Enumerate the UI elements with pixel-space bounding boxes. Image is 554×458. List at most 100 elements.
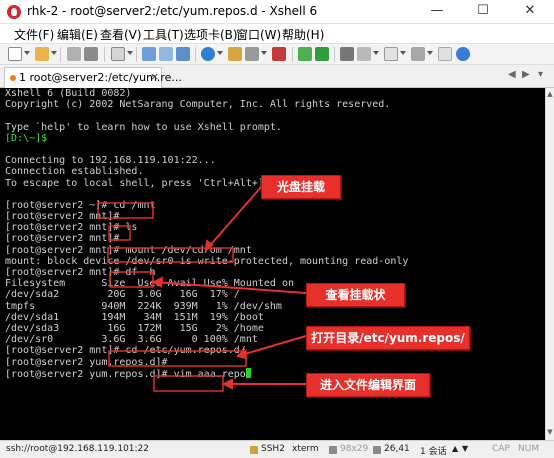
new-session-icon[interactable]: [8, 47, 22, 61]
terminal-line-text: Xshell 6 (Build 0082): [5, 88, 132, 99]
terminal-line-text: [root@server2 ~]# cd /mnt: [5, 199, 156, 211]
tile-icon[interactable]: [384, 47, 398, 61]
fullscreen-icon[interactable]: [438, 47, 452, 61]
terminal-area[interactable]: Xshell 6 (Build 0082) Copyright (c) 2002 …: [0, 88, 545, 440]
tab-list-icon[interactable]: ▾: [538, 69, 543, 80]
find-icon[interactable]: [176, 47, 190, 61]
terminal-size-icon: [329, 446, 337, 454]
menu-view[interactable]: 查看(V): [100, 26, 142, 43]
open-folder-icon[interactable]: [35, 47, 49, 61]
callout-open-dir: 打开目录/etc/yum.repos/: [306, 326, 470, 350]
terminal-line-text: Connection established.: [5, 166, 144, 178]
terminal-line-text: [root@server2 mnt]# mount /dev/cdrom /mn…: [5, 244, 252, 256]
terminal-line: [root@server2 mnt]# mount /dev/cdrom /mn…: [5, 245, 408, 256]
scroll-up-icon[interactable]: ▲: [546, 90, 554, 98]
terminal-line: Connection established.: [5, 166, 408, 177]
terminal-line-text: /dev/sda2 20G 3.0G 16G 17% /: [5, 289, 240, 301]
maximize-button[interactable]: ☐: [460, 0, 506, 24]
help-icon[interactable]: [456, 47, 470, 61]
terminal-line: mount: block device /dev/sr0 is write-pr…: [5, 256, 408, 267]
status-bar: ssh://root@192.168.119.101:22 SSH2 xterm…: [0, 440, 554, 458]
terminal-line-text: tmpfs 940M 224K 939M 1% /dev/shm: [5, 300, 282, 312]
window-title: rhk-2 - root@server2:/etc/yum.repos.d - …: [27, 4, 318, 18]
close-button[interactable]: ✕: [506, 0, 554, 24]
menu-tabs[interactable]: 选项卡(B): [184, 26, 238, 43]
status-caps: CAP: [492, 444, 510, 454]
tab-close-icon[interactable]: ×: [150, 70, 159, 83]
key-icon[interactable]: [228, 47, 242, 61]
status-sessions: 1 会话: [420, 447, 447, 457]
cursor-position-icon: [373, 446, 381, 454]
toolbar: [0, 43, 554, 65]
terminal-line-text: Filesystem Size Used Avail Use% Mounted …: [5, 278, 294, 290]
tab-session[interactable]: 1 root@server2:/etc/yum.re... ×: [4, 67, 182, 88]
terminal-line-text: [root@server2 mnt]# df -h: [5, 267, 156, 278]
menu-window[interactable]: 窗口(W): [236, 26, 281, 43]
tab-prev-icon[interactable]: ◀: [508, 69, 516, 80]
paste-icon[interactable]: [159, 47, 173, 61]
menu-help[interactable]: 帮助(H): [282, 26, 324, 43]
session-up-icon[interactable]: ▲: [452, 444, 458, 453]
script-icon[interactable]: [340, 47, 354, 61]
tab-next-icon[interactable]: ▶: [522, 69, 530, 80]
terminal-line-text: [root@server2 mnt]# cd /etc/yum.repos.d/: [5, 345, 246, 357]
terminal-line: [root@server2 ~]# cd /mnt: [5, 200, 408, 211]
terminal-line-text: [root@server2 mnt]#: [5, 233, 120, 245]
scroll-down-icon[interactable]: ▼: [546, 428, 554, 436]
terminal-line-text: mount: block device /dev/sr0 is write-pr…: [5, 255, 409, 267]
menu-file[interactable]: 文件(F): [14, 26, 54, 43]
tab-strip: 1 root@server2:/etc/yum.re... × ◀ ▶ ▾: [0, 65, 554, 88]
terminal-line: [root@server2 mnt]# ls: [5, 222, 408, 233]
terminal-line-text: [root@server2 mnt]#: [5, 211, 120, 223]
status-num: NUM: [518, 444, 540, 454]
terminal-line: [root@server2 mnt]#: [5, 233, 408, 244]
terminal-line: [D:\~]$: [5, 133, 408, 144]
globe-icon[interactable]: [201, 47, 215, 61]
callout-mount-cd: 光盘挂载: [261, 175, 341, 199]
terminal-line: [root@server2 mnt]#: [5, 211, 408, 222]
keyboard-icon[interactable]: [272, 47, 286, 61]
callout-edit-file: 进入文件编辑界面: [306, 373, 430, 397]
copy-icon[interactable]: [142, 47, 156, 61]
status-protocol: SSH2: [261, 444, 285, 454]
terminal-line: Type `help' to learn how to use Xshell p…: [5, 122, 408, 133]
terminal-line: [root@server2 mnt]# df -h: [5, 267, 408, 278]
disconnect-icon[interactable]: [84, 47, 98, 61]
menu-tools[interactable]: 工具(T): [143, 26, 184, 43]
terminal-line-text: Copyright (c) 2002 NetSarang Computer, I…: [5, 99, 391, 111]
terminal-line-text: /dev/sda3 16G 172M 15G 2% /home: [5, 322, 264, 334]
callout-check-mount: 查看挂载状: [306, 283, 405, 307]
xftp-icon[interactable]: [298, 47, 312, 61]
terminal-line: To escape to local shell, press 'Ctrl+Al…: [5, 178, 408, 189]
terminal-line-text: [root@server2 yum.repos.d]#: [5, 356, 168, 368]
terminal-line-text: Type `help' to learn how to use Xshell p…: [5, 121, 282, 133]
status-position: 26,41: [384, 444, 410, 454]
terminal-line-text: /dev/sda1 194M 34M 151M 19% /boot: [5, 311, 264, 323]
compose-icon[interactable]: [357, 47, 371, 61]
terminal-line-text: /dev/sr0 3.6G 3.6G 0 100% /mnt: [5, 334, 258, 346]
terminal-line-text: [D:\~]$: [5, 132, 48, 144]
lock-icon[interactable]: [245, 47, 259, 61]
vertical-scrollbar[interactable]: ▲ ▼: [545, 88, 554, 440]
menu-bar: 文件(F) 编辑(E) 查看(V) 工具(T) 选项卡(B) 窗口(W) 帮助(…: [0, 24, 554, 43]
terminal-line: /dev/sda1 194M 34M 151M 19% /boot: [5, 312, 408, 323]
connect-icon[interactable]: [67, 47, 81, 61]
status-connection: ssh://root@192.168.119.101:22: [6, 444, 150, 454]
minimize-button[interactable]: —: [414, 0, 460, 24]
terminal-cursor: [245, 367, 251, 378]
terminal-line-text: [root@server2 yum.repos.d]# vim aaa.repo: [5, 368, 246, 380]
status-size: 98x29: [340, 444, 369, 454]
terminal-line: Connecting to 192.168.119.101:22...: [5, 155, 408, 166]
terminal-line: Copyright (c) 2002 NetSarang Computer, I…: [5, 99, 408, 110]
terminal-line-text: Connecting to 192.168.119.101:22...: [5, 155, 216, 167]
terminal-line: Xshell 6 (Build 0082): [5, 88, 408, 99]
title-bar: rhk-2 - root@server2:/etc/yum.repos.d - …: [0, 0, 554, 24]
new-window-icon[interactable]: [111, 47, 125, 61]
session-down-icon[interactable]: ▼: [462, 444, 468, 453]
xmanager-icon[interactable]: [315, 47, 329, 61]
layout-icon[interactable]: [411, 47, 425, 61]
menu-edit[interactable]: 编辑(E): [57, 26, 98, 43]
